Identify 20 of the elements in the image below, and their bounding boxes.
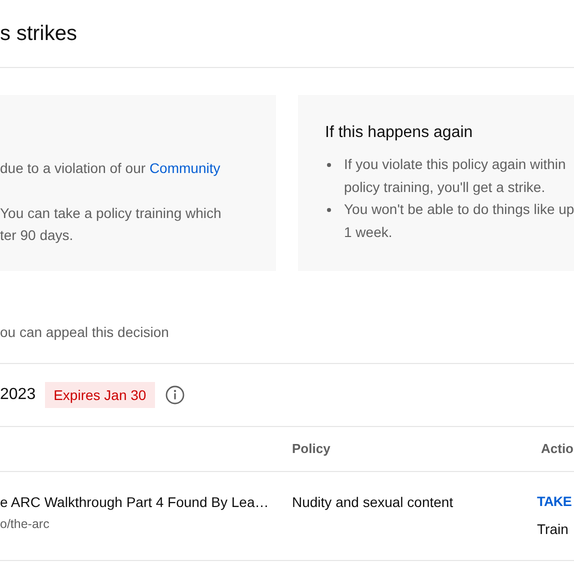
take-training-link[interactable]: TAKE xyxy=(537,492,572,512)
page-title: s strikes xyxy=(0,23,78,44)
guidelines-link[interactable]: Community xyxy=(149,160,220,176)
action-note: Train xyxy=(537,520,570,539)
card-paragraph: You can take a policy training which ter 90 days. xyxy=(0,204,222,245)
video-url: o/the-arc xyxy=(0,516,50,533)
strike-date: 2023 xyxy=(0,385,36,405)
bullet-icon xyxy=(327,208,331,212)
card-paragraph: due to a violation of our Community xyxy=(0,159,222,178)
column-header: Policy xyxy=(292,440,332,458)
column-header: Actio xyxy=(541,440,574,458)
video-title: e ARC Walkthrough Part 4 Found By Lea… xyxy=(0,493,270,512)
card-heading: If this happens again xyxy=(325,123,474,143)
appeal-text: ou can appeal this decision xyxy=(0,323,169,342)
bullet-text: If you violate this policy again within policy training, you'll get a strike. xyxy=(344,155,566,197)
bullet-text: You won't be able to do things like up 1 week. xyxy=(344,200,574,242)
expiry-badge: Expires Jan 30 xyxy=(44,382,156,408)
policy-cell: Nudity and sexual content xyxy=(292,494,454,510)
bullet-icon xyxy=(327,163,331,167)
info-icon[interactable] xyxy=(165,385,186,405)
